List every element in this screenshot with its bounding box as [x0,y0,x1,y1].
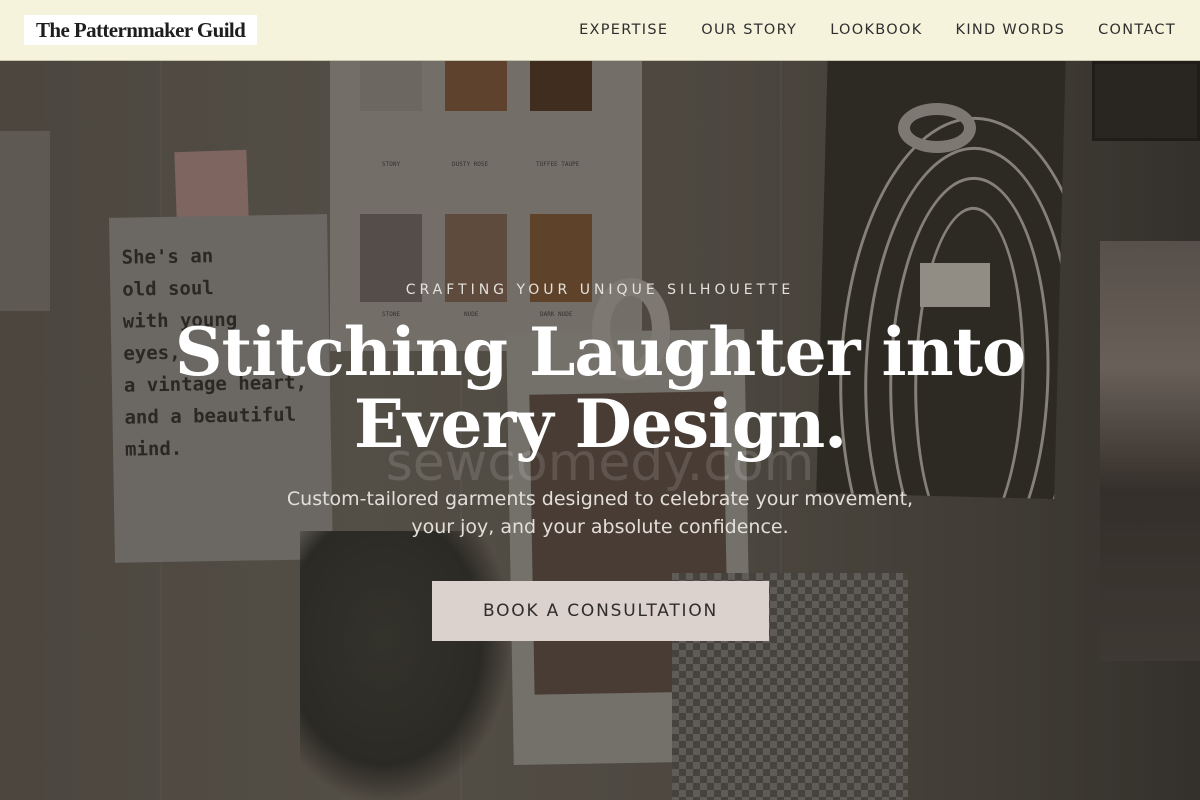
book-consultation-button[interactable]: BOOK A CONSULTATION [432,581,769,641]
site-header: The Patternmaker Guild EXPERTISE OUR STO… [0,0,1200,61]
watermark-text: sewcomedy.com [385,433,815,493]
hero-subline-line-1: Custom-tailored garments designed to cel… [286,488,914,510]
hero-subline-line-2: your joy, and your absolute confidence. [411,516,789,538]
nav-link-expertise[interactable]: EXPERTISE [579,22,668,38]
hero-section: STONY DUSTY ROSE TOFFEE TAUPE STONE NUDE… [0,61,1200,800]
nav-link-our-story[interactable]: OUR STORY [701,22,797,38]
nav-link-contact[interactable]: CONTACT [1098,22,1176,38]
hero-headline-line-1: Stitching Laughter into [174,313,1026,391]
main-nav: EXPERTISE OUR STORY LOOKBOOK KIND WORDS … [579,22,1176,38]
nav-link-kind-words[interactable]: KIND WORDS [956,22,1066,38]
nav-link-lookbook[interactable]: LOOKBOOK [830,22,922,38]
site-logo[interactable]: The Patternmaker Guild [24,15,258,45]
hero-eyebrow: CRAFTING YOUR UNIQUE SILHOUETTE [405,282,795,298]
hero-content: CRAFTING YOUR UNIQUE SILHOUETTE Stitchin… [0,61,1200,800]
hero-subline: Custom-tailored garments designed to cel… [0,485,1200,541]
